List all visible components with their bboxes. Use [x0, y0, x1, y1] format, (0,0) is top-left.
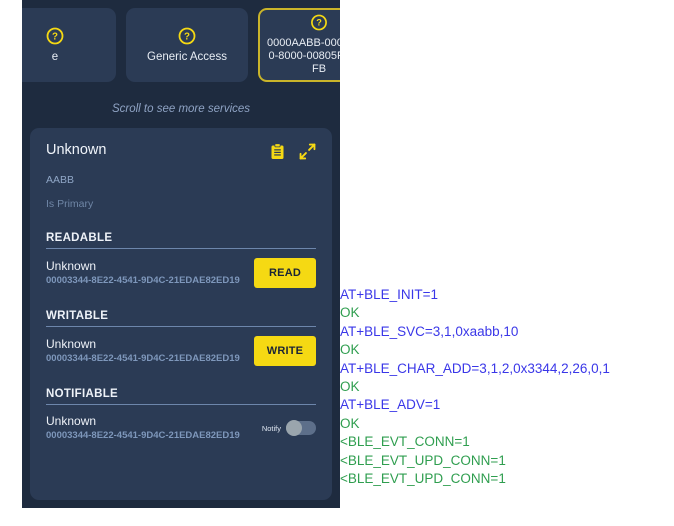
service-card-label: 0000AABB-0000-1000-8000-00805F9B34FB [267, 37, 340, 75]
log-line: <BLE_EVT_UPD_CONN=1 [340, 452, 506, 468]
log-line: AT+BLE_CHAR_ADD=3,1,2,0x3344,2,26,0,1 [340, 360, 610, 376]
log-line: AT+BLE_ADV=1 [340, 397, 441, 413]
ble-app-panel: ? e ? Generic Access ? 0000AABB-0000-100… [22, 0, 340, 508]
svg-text:?: ? [316, 18, 322, 28]
service-card-label: Generic Access [147, 50, 227, 63]
characteristic-name: Unknown [46, 259, 97, 273]
log-line: OK [340, 379, 360, 395]
section-title: NOTIFIABLE [46, 388, 118, 400]
log-line: <BLE_EVT_UPD_CONN=1 [340, 471, 506, 487]
scroll-hint-text: Scroll to see more services [111, 103, 251, 115]
log-line: <BLE_EVT_CONN=1 [340, 434, 470, 450]
log-line: OK [340, 305, 360, 321]
service-detail-card: Unknown AABB Is Primary READABLE Unknown… [30, 128, 332, 500]
log-line: AT+BLE_SVC=3,1,0xaabb,10 [340, 323, 519, 339]
section-title: WRITABLE [46, 310, 109, 322]
section-notifiable: NOTIFIABLE Unknown 00003344-8E22-4541-9D… [46, 388, 316, 442]
characteristic-row: Unknown 00003344-8E22-4541-9D4C-21EDAE82… [46, 258, 316, 288]
help-circle-icon: ? [311, 14, 327, 31]
service-card-label: e [51, 50, 59, 63]
log-line: OK [340, 415, 360, 431]
detail-header-actions [270, 143, 316, 160]
expand-arrows-glyph [299, 143, 316, 160]
help-circle-icon: ? [46, 27, 64, 44]
characteristic-info: Unknown 00003344-8E22-4541-9D4C-21EDAE82… [46, 259, 246, 287]
notify-toggle[interactable] [286, 420, 316, 436]
clipboard-glyph [271, 143, 284, 159]
notify-label: Notify [261, 423, 281, 433]
characteristic-row: Unknown 00003344-8E22-4541-9D4C-21EDAE82… [46, 336, 316, 366]
service-card-row: ? e ? Generic Access ? 0000AABB-0000-100… [22, 8, 340, 82]
service-card-aabb[interactable]: ? 0000AABB-0000-1000-8000-00805F9B34FB [258, 8, 340, 82]
detail-header: Unknown [46, 142, 316, 160]
characteristic-name: Unknown [46, 414, 97, 428]
service-title: Unknown [46, 142, 107, 158]
service-card-generic-access[interactable]: ? Generic Access [126, 8, 248, 82]
characteristic-uuid: 00003344-8E22-4541-9D4C-21EDAE82ED19 [46, 275, 240, 286]
service-primary-flag: Is Primary [46, 198, 94, 210]
section-readable: READABLE Unknown 00003344-8E22-4541-9D4C… [46, 232, 316, 288]
section-divider [46, 326, 316, 327]
notify-control: Notify [261, 420, 316, 436]
log-line: OK [340, 342, 360, 358]
service-short-uuid: AABB [46, 174, 75, 186]
section-title: READABLE [46, 232, 113, 244]
serial-log: AT+BLE_INIT=1 OK AT+BLE_SVC=3,1,0xaabb,1… [340, 286, 660, 488]
read-button[interactable]: READ [254, 258, 316, 288]
service-card-clipped[interactable]: ? e [22, 8, 116, 82]
section-divider [46, 248, 316, 249]
service-tab-strip[interactable]: ? e ? Generic Access ? 0000AABB-0000-100… [22, 0, 340, 92]
characteristic-info: Unknown 00003344-8E22-4541-9D4C-21EDAE82… [46, 414, 254, 442]
characteristic-uuid: 00003344-8E22-4541-9D4C-21EDAE82ED19 [46, 353, 240, 364]
characteristic-uuid: 00003344-8E22-4541-9D4C-21EDAE82ED19 [46, 430, 240, 441]
characteristic-info: Unknown 00003344-8E22-4541-9D4C-21EDAE82… [46, 337, 246, 365]
svg-text:?: ? [52, 31, 58, 42]
toggle-knob [286, 420, 302, 436]
characteristic-row: Unknown 00003344-8E22-4541-9D4C-21EDAE82… [46, 414, 316, 442]
section-writable: WRITABLE Unknown 00003344-8E22-4541-9D4C… [46, 310, 316, 366]
characteristic-name: Unknown [46, 337, 97, 351]
svg-text:?: ? [184, 31, 190, 42]
help-circle-icon: ? [178, 27, 196, 44]
log-line: AT+BLE_INIT=1 [340, 287, 439, 302]
copy-icon[interactable] [270, 143, 285, 160]
expand-icon[interactable] [299, 143, 316, 160]
write-button[interactable]: WRITE [254, 336, 316, 366]
section-divider [46, 404, 316, 405]
